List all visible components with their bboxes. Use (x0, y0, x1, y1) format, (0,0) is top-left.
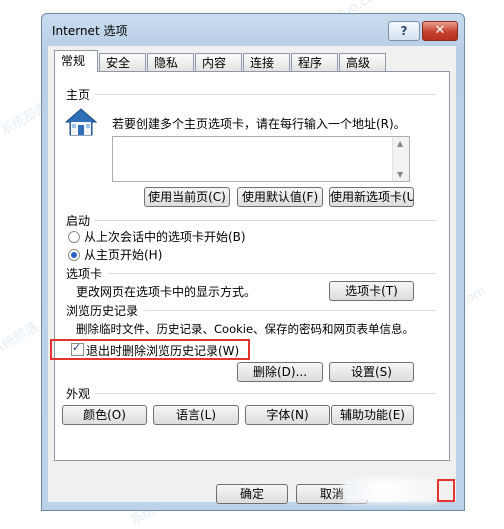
help-button[interactable]: ? (388, 21, 420, 41)
divider (95, 220, 437, 221)
close-button[interactable]: ✕ (422, 21, 458, 41)
tabs-description: 更改网页在选项卡中的显示方式。 (76, 285, 257, 299)
home-address-input[interactable]: ▲ ▼ (112, 136, 410, 182)
languages-button[interactable]: 语言(L) (153, 405, 239, 425)
home-description: 若要创建多个主页选项卡，请在每行输入一个地址(R)。 (112, 117, 406, 131)
startup-home-label[interactable]: 从主页开始(H) (84, 246, 162, 263)
history-description: 删除临时文件、历史记录、Cookie、保存的密码和网页表单信息。 (76, 322, 415, 336)
home-icon (65, 108, 97, 136)
title-bar[interactable]: Internet 选项 ? ✕ (42, 14, 464, 46)
startup-last-session-radio[interactable] (68, 231, 80, 243)
tab-content[interactable]: 内容 (195, 53, 242, 71)
use-new-tab-button[interactable]: 使用新选项卡(U) (329, 187, 414, 207)
appearance-section-title: 外观 (66, 387, 91, 401)
dialog-client: 常规 安全 隐私 内容 连接 程序 高级 主页 若要创建多个主页选项卡，请在每行… (48, 46, 456, 504)
tab-security[interactable]: 安全 (99, 53, 146, 71)
home-section-title: 主页 (66, 88, 91, 102)
accessibility-button[interactable]: 辅助功能(E) (331, 405, 414, 425)
startup-section-title: 启动 (66, 214, 91, 228)
delete-on-exit-checkbox[interactable] (71, 341, 84, 356)
divider (107, 273, 437, 274)
divider (95, 393, 437, 394)
address-scrollbar[interactable]: ▲ ▼ (392, 137, 409, 181)
window-title: Internet 选项 (52, 24, 128, 38)
scroll-up-icon[interactable]: ▲ (397, 139, 403, 148)
tab-advanced[interactable]: 高级 (339, 53, 386, 71)
startup-home-radio[interactable] (68, 249, 80, 261)
use-current-button[interactable]: 使用当前页(C) (144, 187, 230, 207)
fonts-button[interactable]: 字体(N) (245, 405, 330, 425)
highlight-box-corner (437, 479, 455, 502)
tab-privacy[interactable]: 隐私 (147, 53, 194, 71)
history-section-title: 浏览历史记录 (66, 304, 139, 318)
history-settings-button[interactable]: 设置(S) (329, 362, 414, 382)
ok-button[interactable]: 确定 (216, 484, 288, 504)
scroll-down-icon[interactable]: ▼ (397, 170, 403, 179)
colors-button[interactable]: 颜色(O) (62, 405, 147, 425)
internet-options-dialog: Internet 选项 ? ✕ 常规 安全 隐私 内容 连接 程序 高级 主页 (41, 13, 465, 511)
use-default-button[interactable]: 使用默认值(F) (237, 187, 323, 207)
blurred-area (343, 479, 439, 503)
general-panel: 主页 若要创建多个主页选项卡，请在每行输入一个地址(R)。 ▲ ▼ 使用当前页(… (50, 71, 450, 461)
tabs-section-title: 选项卡 (66, 267, 103, 281)
startup-last-session-label[interactable]: 从上次会话中的选项卡开始(B) (84, 228, 246, 245)
tab-connections[interactable]: 连接 (243, 53, 290, 71)
tab-general[interactable]: 常规 (54, 50, 98, 72)
divider (95, 94, 437, 95)
tab-strip: 常规 安全 隐私 内容 连接 程序 高级 (54, 50, 454, 72)
delete-history-button[interactable]: 删除(D)... (237, 362, 323, 382)
tab-programs[interactable]: 程序 (291, 53, 338, 71)
divider (145, 310, 437, 311)
tabs-settings-button[interactable]: 选项卡(T) (329, 281, 414, 301)
delete-on-exit-label[interactable]: 退出时删除浏览历史记录(W) (86, 342, 239, 359)
